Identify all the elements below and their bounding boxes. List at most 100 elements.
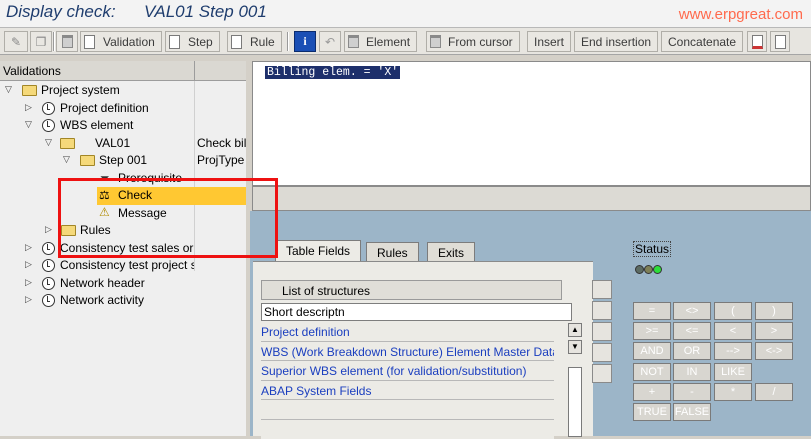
structure-item[interactable]: WBS (Work Breakdown Structure) Element M… <box>261 342 554 362</box>
operator-button[interactable]: LIKE <box>714 363 752 381</box>
operator-button[interactable]: > <box>755 322 793 340</box>
undo-button[interactable]: ↶ <box>319 31 341 52</box>
concatenate-button[interactable]: Concatenate <box>661 31 743 52</box>
filter-button[interactable] <box>592 301 612 320</box>
scroll-down-arrow-icon[interactable]: ▼ <box>568 340 582 354</box>
save-icon <box>775 35 786 49</box>
collapse-toggle-icon[interactable]: ▷ <box>25 277 35 288</box>
find-next-button[interactable] <box>592 364 612 383</box>
highlight-annotation-box <box>58 178 278 258</box>
collapse-toggle-icon[interactable]: ▷ <box>25 102 35 113</box>
print-list-button[interactable] <box>592 280 612 299</box>
toolbar-separator <box>287 32 289 51</box>
operator-button[interactable]: --> <box>714 342 752 360</box>
concatenate-label: Concatenate <box>668 35 736 49</box>
editor-selected-text[interactable]: Billing elem. = 'X' <box>265 66 400 79</box>
operator-button[interactable]: < <box>714 322 752 340</box>
tree-node-label: Consistency test project s <box>60 258 194 272</box>
tree-header: Validations <box>0 61 246 81</box>
pencil-icon: ✎ <box>11 35 21 49</box>
tree-node-label: Network header <box>60 276 145 290</box>
toolbar-separator <box>53 32 55 51</box>
status-label: Status <box>633 241 671 257</box>
scroll-up-arrow-icon[interactable]: ▲ <box>568 323 582 337</box>
operator-button[interactable]: <-> <box>755 342 793 360</box>
find-button[interactable] <box>592 343 612 362</box>
operator-button[interactable]: = <box>633 302 671 320</box>
create-step-button[interactable]: Step <box>165 31 220 52</box>
operator-button[interactable]: / <box>755 383 793 401</box>
edit-pencil-button[interactable]: ✎ <box>4 31 28 52</box>
collapse-toggle-icon[interactable]: ▷ <box>25 259 35 270</box>
structure-item[interactable]: ABAP System Fields <box>261 381 554 401</box>
collapse-toggle-icon[interactable]: ▷ <box>25 242 35 253</box>
end-insertion-button[interactable]: End insertion <box>574 31 658 52</box>
title-prefix: Display check: <box>6 2 116 21</box>
operator-button[interactable]: - <box>673 383 711 401</box>
tree-header-label: Validations <box>3 64 61 78</box>
validation-label: Validation <box>103 35 155 49</box>
operator-button[interactable]: FALSE <box>673 403 711 421</box>
scrollbar-track[interactable] <box>568 367 582 437</box>
save-local-button[interactable] <box>770 31 790 52</box>
structure-item[interactable]: Superior WBS element (for validation/sub… <box>261 361 554 381</box>
structure-item-empty[interactable] <box>261 420 554 439</box>
column-header-short-description[interactable]: Short descriptn <box>261 303 572 321</box>
layout-button[interactable] <box>592 322 612 341</box>
structure-item[interactable]: Project definition <box>261 322 554 342</box>
operator-button[interactable]: <= <box>673 322 711 340</box>
document-icon <box>231 35 242 49</box>
structures-title: List of structures <box>261 280 562 300</box>
tree-row-project-system[interactable]: ▽ Project system <box>0 82 246 100</box>
operator-button[interactable]: ) <box>755 302 793 320</box>
copy-button[interactable]: ❐ <box>30 31 52 52</box>
operator-button[interactable]: TRUE <box>633 403 671 421</box>
column-divider[interactable] <box>194 61 195 81</box>
expand-toggle-icon[interactable]: ▽ <box>5 84 15 95</box>
tab-rules[interactable]: Rules <box>366 242 419 262</box>
tree-row-step-001[interactable]: ▽ Step 001 ProjType <box>0 152 246 170</box>
title-bar: Display check: VAL01 Step 001 www.erpgre… <box>0 0 811 28</box>
operator-button[interactable]: OR <box>673 342 711 360</box>
tree-row-consistency-project[interactable]: ▷ Consistency test project s <box>0 257 246 275</box>
element-button[interactable]: Element <box>344 31 417 52</box>
info-button[interactable]: i <box>294 31 316 52</box>
tree-node-label: VAL01 <box>95 136 130 150</box>
rule-label: Rule <box>250 35 275 49</box>
tree-row-network-header[interactable]: ▷ Network header <box>0 275 246 293</box>
print-button[interactable] <box>747 31 767 52</box>
tree-row-network-activity[interactable]: ▷ Network activity <box>0 292 246 310</box>
clock-icon <box>42 259 55 272</box>
operator-button[interactable]: * <box>714 383 752 401</box>
operator-button[interactable]: IN <box>673 363 711 381</box>
insert-button[interactable]: Insert <box>527 31 571 52</box>
expand-toggle-icon[interactable]: ▽ <box>45 137 55 148</box>
formula-editor[interactable]: Billing elem. = 'X' <box>252 61 811 186</box>
operator-button[interactable]: NOT <box>633 363 671 381</box>
expand-toggle-icon[interactable]: ▽ <box>25 119 35 130</box>
tree-row-project-definition[interactable]: ▷ Project definition <box>0 100 246 118</box>
from-cursor-label: From cursor <box>448 35 513 49</box>
collapse-toggle-icon[interactable]: ▷ <box>25 294 35 305</box>
info-icon: i <box>303 34 306 49</box>
delete-from-cursor-button[interactable]: From cursor <box>426 31 520 52</box>
insert-label: Insert <box>534 35 564 49</box>
collapse-toggle-icon[interactable]: ▷ <box>45 224 55 235</box>
tab-table-fields[interactable]: Table Fields <box>275 240 361 262</box>
operator-button[interactable]: <> <box>673 302 711 320</box>
pane-splitter[interactable] <box>252 186 811 211</box>
tab-exits[interactable]: Exits <box>427 242 475 262</box>
operator-button[interactable]: AND <box>633 342 671 360</box>
tree-row-wbs-element[interactable]: ▽ WBS element <box>0 117 246 135</box>
operator-button[interactable]: >= <box>633 322 671 340</box>
status-red-light-icon <box>635 265 644 274</box>
delete-button[interactable] <box>56 31 78 52</box>
folder-icon <box>60 138 75 149</box>
operator-button[interactable]: ( <box>714 302 752 320</box>
tree-row-val01[interactable]: ▽ VAL01 Check bil <box>0 135 246 153</box>
create-validation-button[interactable]: Validation <box>80 31 162 52</box>
expand-toggle-icon[interactable]: ▽ <box>63 154 73 165</box>
create-rule-button[interactable]: Rule <box>227 31 282 52</box>
operator-button[interactable]: + <box>633 383 671 401</box>
structure-item-empty[interactable] <box>261 400 554 420</box>
